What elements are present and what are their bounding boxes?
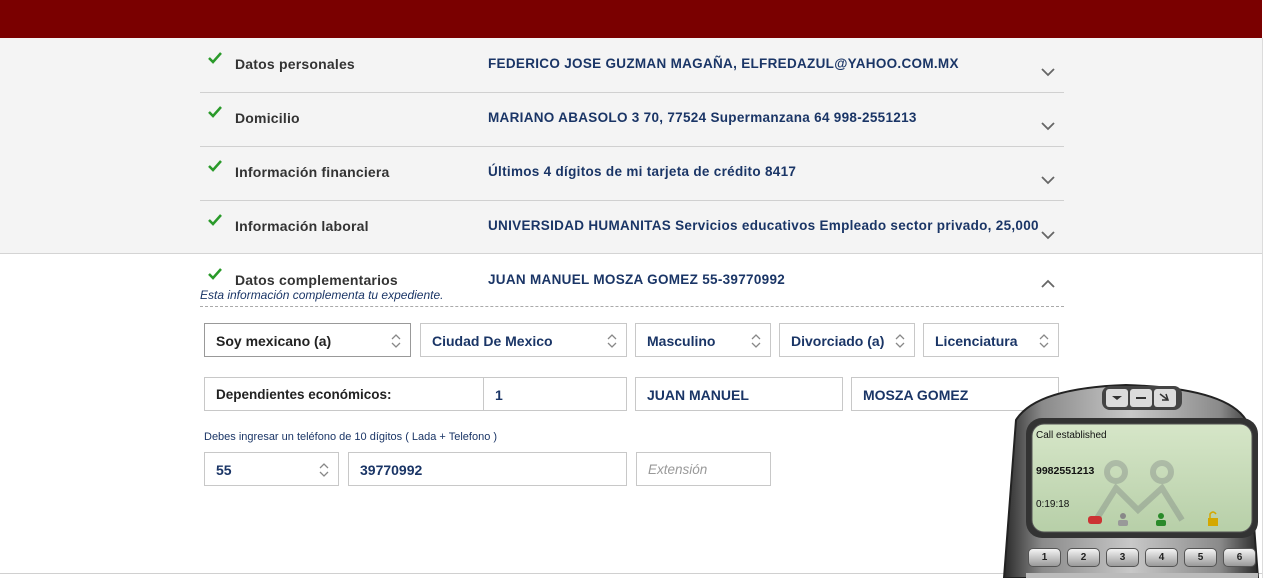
section-datos-personales[interactable]: Datos personales FEDERICO JOSE GUZMAN MA… [200,38,1064,93]
top-header-bar [0,0,1265,38]
section-value: FEDERICO JOSE GUZMAN MAGAÑA, ELFREDAZUL@… [488,56,959,71]
dependents-label: Dependientes económicos: [216,387,392,402]
nationality-select[interactable]: Soy mexicano (a) [204,323,411,357]
select-arrows-icon [1039,334,1049,348]
section-value: Últimos 4 dígitos de mi tarjeta de crédi… [488,164,797,179]
state-select[interactable]: Ciudad De Mexico [420,323,627,357]
dependents-input[interactable]: 1 [483,377,627,411]
education-value: Licenciatura [935,333,1018,349]
section-informacion-financiera[interactable]: Información financiera Últimos 4 dígitos… [200,146,1064,201]
key-4-button[interactable]: 4 [1145,548,1178,567]
lada-select[interactable]: 55 [204,452,339,486]
check-icon [208,268,222,280]
section-domicilio[interactable]: Domicilio MARIANO ABASOLO 3 70, 77524 Su… [200,92,1064,147]
check-icon [208,160,222,172]
extension-placeholder: Extensión [648,462,708,477]
first-name-value: JUAN MANUEL [647,387,749,403]
select-arrows-icon [391,334,401,348]
complementary-subtitle: Esta información complementa tu expedien… [200,288,444,302]
dependents-value: 1 [495,387,503,403]
section-label: Datos complementarios [235,272,398,288]
key-5-button[interactable]: 5 [1184,548,1217,567]
select-arrows-icon [895,334,905,348]
dependents-label-box: Dependientes económicos: [204,377,484,411]
chevron-down-icon[interactable] [1040,175,1056,185]
key-1-button[interactable]: 1 [1028,548,1061,567]
call-status: Call established [1036,430,1107,441]
chevron-down-icon[interactable] [1040,230,1056,240]
section-label: Información laboral [235,218,369,234]
section-value: UNIVERSIDAD HUMANITAS Servicios educativ… [488,218,1039,233]
call-timer: 0:19:18 [1036,499,1070,510]
section-label: Datos personales [235,56,355,72]
key-3-button[interactable]: 3 [1106,548,1139,567]
gender-select[interactable]: Masculino [635,323,771,357]
phone-number-value: 39770992 [360,462,423,478]
first-name-input[interactable]: JUAN MANUEL [635,377,843,411]
section-value: JUAN MANUEL MOSZA GOMEZ 55-39770992 [488,272,786,287]
education-select[interactable]: Licenciatura [923,323,1059,357]
check-icon [208,52,222,64]
call-number: 9982551213 [1036,465,1095,477]
section-label: Domicilio [235,110,300,126]
gender-value: Masculino [647,333,716,349]
chevron-up-icon[interactable] [1040,279,1056,289]
dashed-divider [200,306,1064,307]
marital-status-select[interactable]: Divorciado (a) [779,323,915,357]
last-name-value: MOSZA GOMEZ [863,387,969,403]
phone-hint: Debes ingresar un teléfono de 10 dígitos… [204,431,498,443]
section-label: Información financiera [235,164,390,180]
section-informacion-laboral[interactable]: Información laboral UNIVERSIDAD HUMANITA… [200,200,1064,254]
phone-number-input[interactable]: 39770992 [348,452,627,486]
chevron-down-icon[interactable] [1040,67,1056,77]
check-icon [208,106,222,118]
lada-value: 55 [216,462,232,478]
key-6-button[interactable]: 6 [1223,548,1256,567]
chevron-down-icon[interactable] [1040,121,1056,131]
select-arrows-icon [751,334,761,348]
select-arrows-icon [319,463,329,477]
state-value: Ciudad De Mexico [432,333,553,349]
phone-hangup-icon [1088,516,1102,524]
marital-status-value: Divorciado (a) [791,333,885,349]
section-value: MARIANO ABASOLO 3 70, 77524 Supermanzana… [488,110,917,125]
nationality-value: Soy mexicano (a) [216,333,332,349]
check-icon [208,214,222,226]
extension-input[interactable]: Extensión [636,452,771,486]
key-2-button[interactable]: 2 [1067,548,1100,567]
select-arrows-icon [607,334,617,348]
